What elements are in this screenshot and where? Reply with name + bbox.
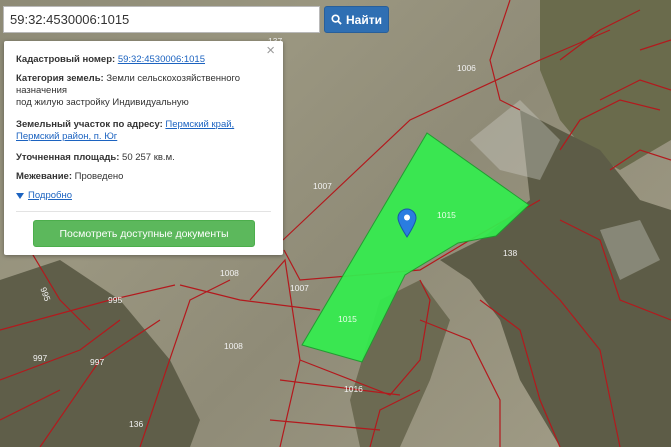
area-label: Уточненная площадь: — [16, 152, 120, 163]
land-category-label: Категория земель: — [16, 73, 104, 84]
cadastral-number-link[interactable]: 59:32:4530006:1015 — [118, 54, 205, 65]
details-link[interactable]: Подробно — [28, 190, 72, 202]
plot-number: 1008 — [220, 268, 239, 278]
view-documents-button[interactable]: Посмотреть доступные документы — [33, 220, 255, 247]
plot-number: 136 — [129, 419, 143, 429]
plot-number: 997 — [90, 357, 104, 367]
plot-number: 1007 — [313, 181, 332, 191]
parcel-label: 1015 — [338, 314, 357, 324]
search-input[interactable] — [4, 7, 319, 32]
land-category-value: Земли сельскохозяйственного — [106, 73, 241, 84]
area-row: Уточненная площадь: 50 257 кв.м. — [16, 152, 271, 164]
search-icon — [331, 14, 342, 25]
plot-number: 138 — [503, 248, 517, 258]
plot-number: 1007 — [290, 283, 309, 293]
address-label: Земельный участок по адресу: — [16, 119, 163, 130]
cadastral-number-label: Кадастровый номер: — [16, 54, 116, 65]
plot-number: 995 — [108, 295, 122, 305]
search-box[interactable] — [3, 6, 320, 33]
search-button[interactable]: Найти — [324, 6, 389, 33]
survey-row: Межевание: Проведено — [16, 171, 271, 183]
address-row: Земельный участок по адресу: Пермский кр… — [16, 119, 271, 143]
cadastral-number-row: Кадастровый номер: 59:32:4530006:1015 — [16, 54, 271, 66]
ravine-patch — [440, 110, 671, 447]
land-category-row: Категория земель: Земли сельскохозяйстве… — [16, 73, 271, 109]
chevron-down-icon — [16, 193, 24, 199]
parcel-info-popup: × Кадастровый номер: 59:32:4530006:1015 … — [4, 41, 283, 255]
plot-number: 1016 — [344, 384, 363, 394]
plot-number: 997 — [33, 353, 47, 363]
area-value: 50 257 кв.м. — [122, 152, 175, 163]
address-link[interactable]: Пермский край, — [165, 119, 234, 130]
details-toggle[interactable]: Подробно — [16, 190, 271, 202]
search-button-label: Найти — [346, 12, 382, 27]
address-link-2[interactable]: Пермский район, п. Юг — [16, 131, 117, 142]
southwest-patch — [0, 260, 200, 447]
parcel-label: 1015 — [437, 210, 456, 220]
survey-value: Проведено — [74, 171, 124, 182]
map-viewer[interactable]: 1015 1015 1006 1007 1007 1008 1008 1016 … — [0, 0, 671, 447]
plot-number: 1006 — [457, 63, 476, 73]
survey-label: Межевание: — [16, 171, 72, 182]
plot-number: 1008 — [224, 341, 243, 351]
land-category-value-2: назначения — [16, 85, 68, 96]
divider — [16, 211, 271, 212]
land-category-value-3: под жилую застройку Индивидуальную — [16, 97, 189, 108]
